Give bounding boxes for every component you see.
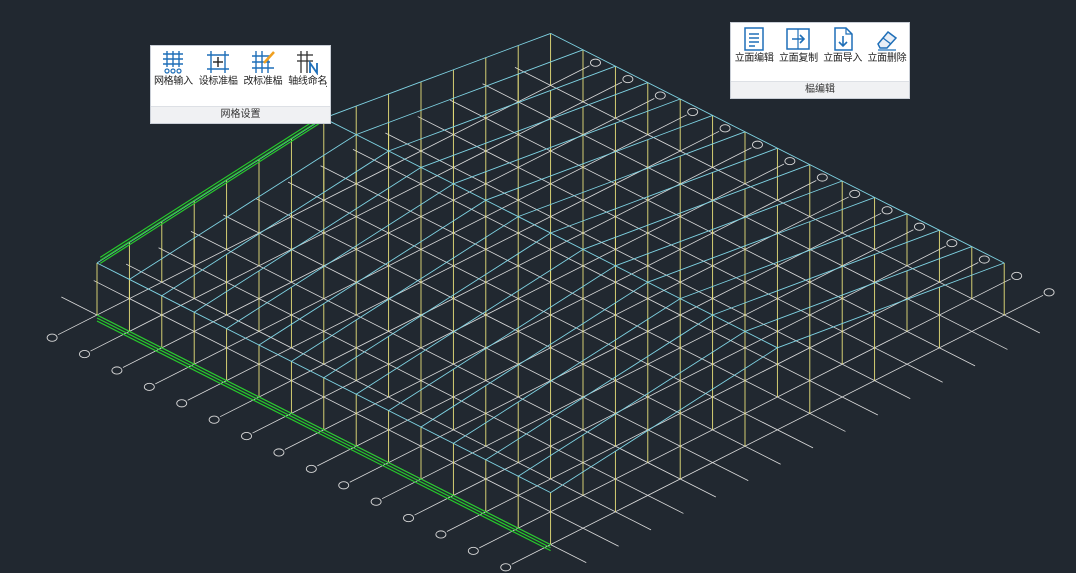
elevation-import-button[interactable]: 立面导入 (821, 26, 865, 80)
elevation-delete-label: 立面删除 (867, 53, 907, 64)
highlight-member (99, 118, 328, 264)
axis-bubble (946, 239, 958, 248)
grid-set-icon (207, 51, 230, 73)
grid-edit-icon (251, 51, 275, 73)
axis-bubble (435, 530, 447, 539)
axis-bubble (208, 415, 220, 424)
grid-n-icon (296, 51, 318, 75)
axis-bubble (816, 173, 828, 182)
frame-edit-panel: 立面编辑 立面复制 立面导入 立面删除 榀编辑 (730, 22, 910, 99)
axis-bubble (467, 546, 479, 555)
axis-bubble (719, 124, 731, 133)
axis-bubble (370, 497, 382, 506)
axis-bubble (79, 350, 90, 359)
axis-bubble (143, 382, 155, 391)
axis-bubble (687, 107, 699, 116)
axis-naming-button[interactable]: 轴线命名 (285, 49, 330, 105)
set-standard-frame-label: 设标准榀 (198, 76, 238, 87)
elevation-copy-label: 立面复制 (778, 53, 818, 64)
highlight-member (99, 115, 328, 261)
elevation-edit-label: 立面编辑 (734, 53, 774, 64)
axis-bubble (273, 448, 285, 457)
grid-settings-title: 网格设置 (151, 106, 330, 123)
frame-edit-title: 榀编辑 (731, 81, 909, 98)
grid-input-button[interactable]: 网格输入 (151, 49, 196, 105)
axis-bubble (622, 75, 634, 84)
grid-input-label: 网格输入 (153, 76, 193, 87)
axis-bubble (978, 255, 990, 264)
axis-bubble (654, 91, 666, 100)
set-standard-frame-button[interactable]: 设标准榀 (196, 49, 241, 105)
eraser-icon (876, 30, 897, 51)
axis-bubble (881, 206, 893, 215)
elevation-copy-button[interactable]: 立面复制 (776, 26, 820, 80)
axis-bubble (590, 58, 601, 67)
axis-bubble (914, 222, 925, 231)
axis-bubble (46, 333, 58, 342)
elevation-edit-button[interactable]: 立面编辑 (732, 26, 776, 80)
axis-bubble (1043, 288, 1055, 297)
axis-bubble (241, 432, 252, 441)
elevation-import-label: 立面导入 (823, 53, 863, 64)
edit-standard-frame-button[interactable]: 改标准榀 (241, 49, 286, 105)
axis-bubble (111, 366, 123, 375)
axis-bubble (849, 189, 861, 198)
edit-standard-frame-label: 改标准榀 (243, 76, 283, 87)
axis-bubble (784, 157, 796, 166)
grid-dots-icon (163, 51, 184, 74)
axis-bubble (305, 464, 317, 473)
axis-bubble (500, 563, 512, 572)
document-lines-icon (744, 27, 764, 51)
copy-arrow-icon (786, 28, 811, 50)
import-arrow-icon (833, 27, 853, 51)
axis-bubble (752, 140, 763, 149)
axis-bubble (338, 481, 350, 490)
overflow-mark: : (324, 80, 328, 90)
elevation-delete-button[interactable]: 立面删除 (865, 26, 909, 80)
axis-naming-label: 轴线命名 (288, 76, 328, 87)
grid-settings-panel: 网格输入 设标准榀 改标准榀 轴线命名: 网格设置 (150, 45, 331, 124)
axis-bubble (1011, 271, 1023, 280)
axis-bubble (176, 399, 188, 408)
axis-bubble (403, 514, 414, 523)
